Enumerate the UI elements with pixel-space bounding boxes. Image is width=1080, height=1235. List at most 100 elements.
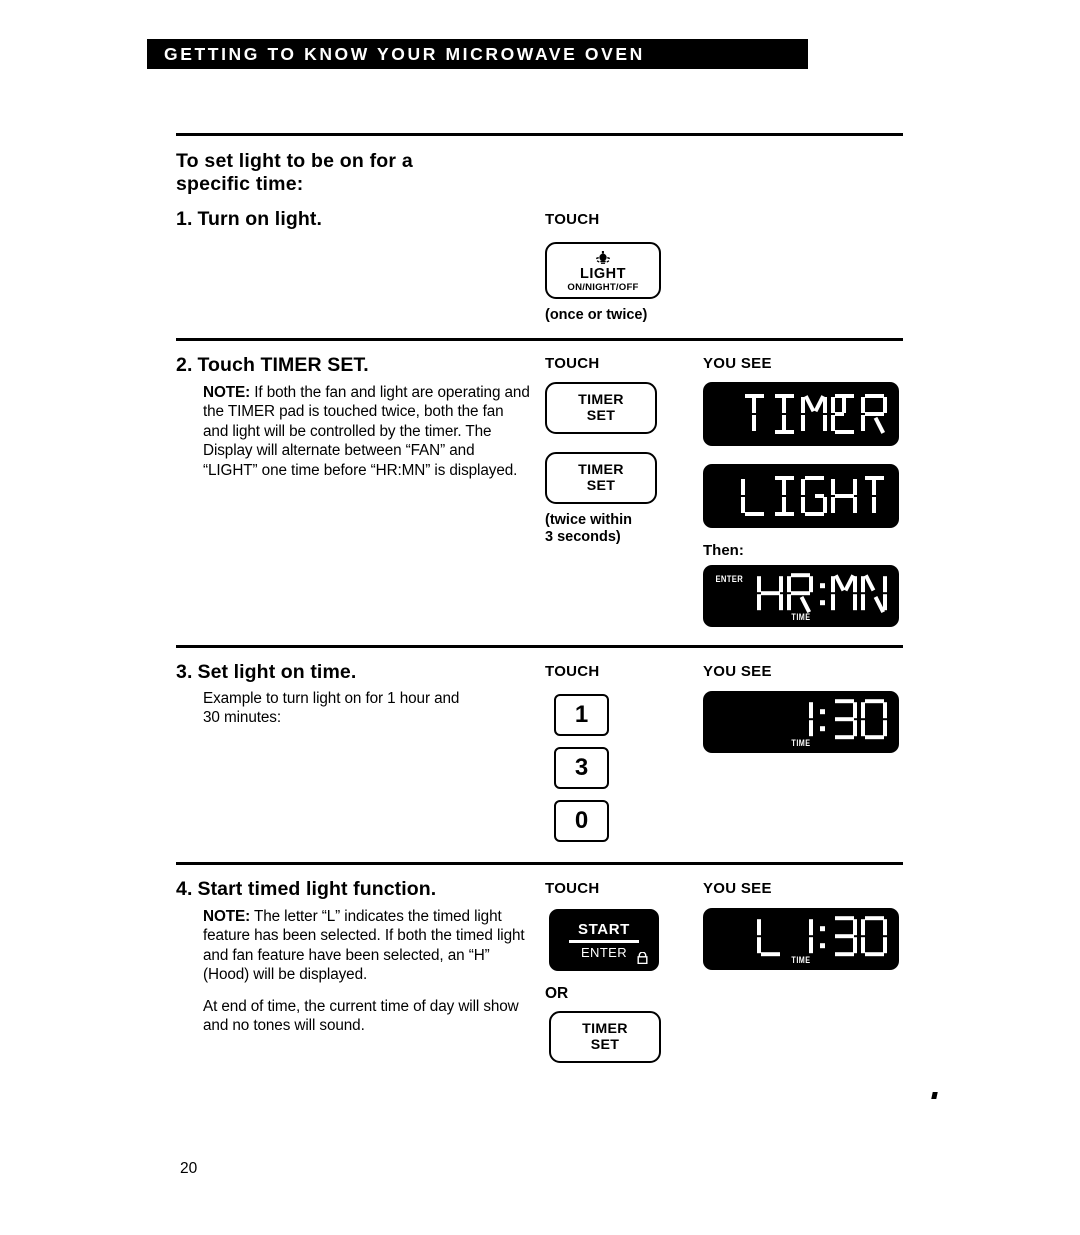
display-1-30: TIME xyxy=(703,691,899,753)
step-3-you-see-label: YOU SEE xyxy=(703,663,772,680)
display-l-1-30: TIME xyxy=(703,908,899,970)
seg-char-R xyxy=(787,573,813,614)
display-l-1-30-text xyxy=(757,916,887,957)
lock-icon xyxy=(637,952,648,964)
step-2-touch-label: TOUCH xyxy=(545,355,600,372)
step-3-body-line1: Example to turn light on for 1 hour and xyxy=(203,690,460,707)
seg-char-M xyxy=(831,573,857,613)
seg-char-M xyxy=(801,394,827,434)
seg-char-R xyxy=(861,394,887,434)
number-key-1[interactable]: 1 xyxy=(554,694,609,736)
number-key-0-label: 0 xyxy=(574,807,589,834)
display-hr-mn: ENTER TIME xyxy=(703,565,899,627)
step-2-text: 2. Touch TIMER SET. NOTE: If both the fan… xyxy=(176,353,531,480)
seg-char-L xyxy=(741,476,767,516)
divider-step2-step3 xyxy=(176,645,903,648)
step-2-touch-column: TOUCH TIMER SET TIMER SET (twice within … xyxy=(545,355,700,546)
step-3-touch-column: TOUCH 1 3 0 xyxy=(545,663,700,842)
number-key-1-label: 1 xyxy=(574,701,589,728)
page-number: 20 xyxy=(180,1160,198,1177)
seg-char-0 xyxy=(861,916,887,957)
section-title: To set light to be on for a specific tim… xyxy=(176,150,531,196)
divider-step3-step4 xyxy=(176,862,903,865)
seg-char-3 xyxy=(831,916,857,957)
step-3-title-label: Set light on time. xyxy=(197,661,357,683)
step-2-note-bold: NOTE: xyxy=(203,384,251,401)
display-1-30-text xyxy=(787,699,887,740)
step-3-you-see-column: YOU SEE TIME xyxy=(703,663,903,753)
divider-top xyxy=(176,133,903,136)
step-4-number: 4. xyxy=(176,878,193,900)
step-1-title: 1. Turn on light. xyxy=(176,207,531,231)
timer-set-button-second[interactable]: TIMER SET xyxy=(545,452,657,504)
step-3-title: 3. Set light on time. xyxy=(176,660,531,684)
step-3-touch-label: TOUCH xyxy=(545,663,600,680)
seg-char-1 xyxy=(787,699,813,739)
seg-char-G xyxy=(801,476,827,516)
step-1-number: 1. xyxy=(176,208,193,230)
divider-step1-step2 xyxy=(176,338,903,341)
display-enter-indicator: ENTER xyxy=(715,574,744,584)
seg-char-colon xyxy=(817,573,827,613)
start-button-separator xyxy=(569,939,639,943)
display-timer xyxy=(703,382,899,446)
or-label: OR xyxy=(545,985,569,1002)
timer-set-label-line2: SET xyxy=(586,478,616,494)
step-4-you-see-column: YOU SEE TIME xyxy=(703,880,903,970)
step-3-number: 3. xyxy=(176,661,193,683)
step-1-touch-column: TOUCH LIGHT ON/NIGHT/OFF (once or twice) xyxy=(545,211,700,324)
then-label: Then: xyxy=(703,542,744,559)
seg-char-I xyxy=(771,476,797,516)
seg-char-0 xyxy=(861,699,887,740)
step-4-title-label: Start timed light function. xyxy=(197,878,437,900)
display-light-text xyxy=(741,476,887,516)
enter-button-label: ENTER xyxy=(580,944,628,960)
step-1-text: 1. Turn on light. xyxy=(176,207,531,231)
step-2-title-label: Touch TIMER SET. xyxy=(197,354,369,376)
seg-char-L xyxy=(757,916,783,957)
display-light xyxy=(703,464,899,528)
step-4-text: 4. Start timed light function. NOTE: The … xyxy=(176,877,531,1035)
step-4-note: NOTE: The letter “L” indicates the timed… xyxy=(203,907,531,985)
timer-set-label-line1: TIMER xyxy=(582,1021,628,1037)
step-2-number: 2. xyxy=(176,354,193,376)
step-4-you-see-label: YOU SEE xyxy=(703,880,772,897)
step-4-note-body: The letter “L” indicates the timed light… xyxy=(203,908,525,984)
start-enter-button[interactable]: START ENTER xyxy=(549,909,659,971)
timer-set-label-line1: TIMER xyxy=(578,392,624,408)
number-key-0[interactable]: 0 xyxy=(554,800,609,842)
seg-char-T xyxy=(741,394,767,434)
step-2-you-see-column: YOU SEE Then: ENTER TIME xyxy=(703,355,903,627)
step-3-text: 3. Set light on time. Example to turn lig… xyxy=(176,660,531,728)
display-timer-text xyxy=(741,394,887,434)
step-4-touch-column: TOUCH START ENTER OR TIMER SET xyxy=(545,880,700,1063)
seg-char-H xyxy=(757,573,783,613)
step-1-title-label: Turn on light. xyxy=(197,208,322,230)
light-on-night-off-button[interactable]: LIGHT ON/NIGHT/OFF xyxy=(545,242,661,299)
section-title-line1: To set light to be on for a xyxy=(176,150,413,172)
step-4-note-bold: NOTE: xyxy=(203,908,251,925)
seg-char-H xyxy=(831,476,857,516)
timer-set-label-line2: SET xyxy=(590,1037,620,1053)
number-key-3[interactable]: 3 xyxy=(554,747,609,789)
step-4-note-secondary: At end of time, the current time of day … xyxy=(203,997,519,1035)
seg-char-1 xyxy=(787,916,813,956)
step-1-touch-label: TOUCH xyxy=(545,211,600,228)
start-button-label: START xyxy=(578,920,630,938)
light-bulb-icon xyxy=(595,250,611,264)
banner-title: GETTING TO KNOW YOUR MICROWAVE OVEN xyxy=(164,43,645,64)
page-header-banner: GETTING TO KNOW YOUR MICROWAVE OVEN xyxy=(147,39,808,69)
step-3-body-line2: 30 minutes: xyxy=(203,709,281,727)
light-button-label-primary: LIGHT xyxy=(580,265,626,282)
seg-char-colon xyxy=(817,699,827,739)
timer-set-label-line2: SET xyxy=(586,408,616,424)
step-2-button-note-line1: (twice within xyxy=(545,512,632,528)
seg-char-I xyxy=(771,394,797,434)
step-2-note-body: If both the fan and light are operating … xyxy=(203,384,530,479)
timer-set-button-first[interactable]: TIMER SET xyxy=(545,382,657,434)
number-key-3-label: 3 xyxy=(574,754,589,781)
seg-char-E xyxy=(831,394,857,434)
display-time-indicator: TIME xyxy=(791,955,811,965)
timer-set-button-alt[interactable]: TIMER SET xyxy=(549,1011,661,1063)
display-hr-mn-text xyxy=(757,573,887,614)
